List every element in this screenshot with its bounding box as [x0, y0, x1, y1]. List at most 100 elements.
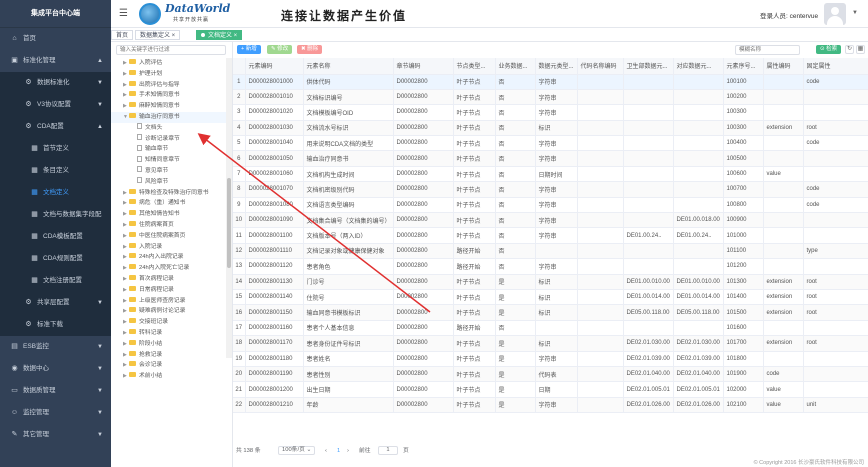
table-row[interactable]: 4 D000028001030 文档流水号标识 D00002800 叶子节点否标识 100…	[233, 120, 868, 137]
tree-node[interactable]: ▶ 麻醉知情同意书	[111, 101, 226, 112]
tree-node[interactable]: ▶ 术前小结	[111, 371, 226, 382]
tree-node[interactable]: 意见章节	[111, 166, 226, 177]
table-row[interactable]: 7 D000028001060 文档机构生成时间 D00002800 叶子节点否日期时间…	[233, 166, 868, 183]
column-header[interactable]: 元素序号...	[723, 58, 764, 75]
column-header[interactable]	[233, 58, 246, 75]
column-header[interactable]: 属性编码	[763, 58, 804, 75]
table-row[interactable]: 8 D000028001070 文档机密级别代码 D00002800 叶子节点否字符串 1…	[233, 181, 868, 198]
tree-node[interactable]: ▶ 特殊检查及特殊治疗同意书	[111, 188, 226, 199]
table-row[interactable]: 21 D000028001200 出生日期 D00002800 叶子节点是日期 DE02.…	[233, 381, 868, 398]
column-header[interactable]: 代码名称编码	[577, 58, 624, 75]
sidebar-item[interactable]: ▦ 条目定义	[0, 160, 111, 182]
tree-scrollbar-thumb[interactable]	[227, 178, 231, 268]
table-row[interactable]: 1 D000028001000 供体代码 D00002800 叶子节点否字符串 10010…	[233, 74, 868, 90]
columns-icon[interactable]: ▦	[856, 45, 865, 54]
sidebar-item[interactable]: ▦ CDA规则配置	[0, 248, 111, 270]
table-row[interactable]: 22 D000028001210 年龄 D00002800 叶子节点是字符串 DE02.0…	[233, 397, 868, 414]
table-row[interactable]: 5 D000028001040 用来说明CDA文档的类型 D00002800 叶子节点否…	[233, 135, 868, 152]
tree-node[interactable]: ▶ 首次病程记录	[111, 274, 226, 285]
table-row[interactable]: 2 D000028001010 文档标识编号 D00002800 叶子节点否字符串 100…	[233, 89, 868, 106]
table-row[interactable]: 13 D000028001120 患者角色 D00002800 路径开始否字符串 1012…	[233, 258, 868, 275]
sidebar-item[interactable]: ▦ 首节定义	[0, 138, 111, 160]
table-row[interactable]: 14 D000028001130 门诊号 D00002800 叶子节点是标识 DE01.0…	[233, 274, 868, 290]
tree-node[interactable]: ▶ 会诊记录	[111, 360, 226, 371]
table-row[interactable]: 16 D000028001150 输血同意书模板标识 D00002800 叶子节点是标识…	[233, 304, 868, 321]
close-icon[interactable]: ×	[170, 33, 176, 39]
sidebar-item[interactable]: ▦ 文档注册配置	[0, 270, 111, 292]
table-row[interactable]: 20 D000028001190 患者性别 D00002800 叶子节点是代码表 DE02…	[233, 366, 868, 383]
delete-button[interactable]: ✖ 删除	[297, 45, 323, 54]
sidebar-item[interactable]: ◉ 数据中心 ▼	[0, 358, 111, 380]
tree-node[interactable]: 诊断记录章节	[111, 134, 226, 145]
sidebar-item[interactable]: ▭ 数据质管理 ▼	[0, 380, 111, 402]
search-button[interactable]: ⊙ 检索	[816, 45, 842, 54]
tree-node[interactable]: ▶ 交接班记录	[111, 317, 226, 328]
tree-node[interactable]: ▶ 24h内入院死亡记录	[111, 263, 226, 274]
table-row[interactable]: 19 D000028001180 患者姓名 D00002800 叶子节点是字符串 DE02…	[233, 351, 868, 367]
prev-page-button[interactable]: ‹	[325, 446, 327, 456]
table-row[interactable]: 12 D000028001110 文档记录对象或健康保健对象 D00002800 路径开…	[233, 243, 868, 260]
column-header[interactable]: 节点类型...	[453, 58, 496, 75]
add-button[interactable]: + 新增	[237, 45, 261, 54]
sidebar-item[interactable]: ⚙ 数据标准化 ▼	[0, 72, 111, 94]
next-page-button[interactable]: ›	[347, 446, 349, 456]
sidebar-item[interactable]: ▦ 文档定义	[0, 182, 111, 204]
tree-node[interactable]: ▼ 输血治疗同意书	[111, 112, 226, 123]
column-header[interactable]: 章节编码	[393, 58, 454, 75]
tab[interactable]: 数据集定义 ×	[135, 30, 181, 40]
page-size-select[interactable]: 100条/页 ⌄	[278, 446, 316, 455]
table-row[interactable]: 15 D000028001140 住院号 D00002800 叶子节点是标识 DE01.0…	[233, 289, 868, 306]
sidebar-item[interactable]: ▤ ESB监控 ▼	[0, 336, 111, 358]
tree-node[interactable]: ▶ 其他知情告知书	[111, 209, 226, 220]
table-row[interactable]: 6 D000028001050 输血治疗同意书 D00002800 叶子节点否字符串 10…	[233, 150, 868, 167]
tab[interactable]: 文档定义 ×	[196, 30, 243, 40]
column-header[interactable]: 固定属性	[803, 58, 868, 75]
column-header[interactable]: 数据元类型...	[535, 58, 578, 75]
tree-node[interactable]: ▶ 手术知情同意书	[111, 90, 226, 101]
tree-node[interactable]: ▶ 阶段小结	[111, 339, 226, 350]
tree-node[interactable]: 输血章节	[111, 144, 226, 155]
tree-node[interactable]: ▶ 住院病案首页	[111, 220, 226, 231]
table-row[interactable]: 11 D000028001100 文档版本号（两入ID） D00002800 叶子节点否…	[233, 227, 868, 244]
table-row[interactable]: 17 D000028001160 患者个人基本信息 D00002800 路径开始否 101…	[233, 320, 868, 337]
tree-node[interactable]: ▶ 出院评估与指导	[111, 80, 226, 91]
goto-page-input[interactable]: 1	[378, 446, 398, 455]
tree-scrollbar[interactable]	[226, 58, 232, 358]
sidebar-item[interactable]: ⚙ V3协议配置 ▼	[0, 94, 111, 116]
sidebar-item[interactable]: ⚙ 标准下载	[0, 314, 111, 336]
sidebar-item[interactable]: ✎ 其它管理 ▼	[0, 424, 111, 446]
tab[interactable]: 首页	[111, 30, 134, 40]
tree-node[interactable]: ▶ 疑难病例讨论记录	[111, 306, 226, 317]
tree-node[interactable]: ▶ 抢救记录	[111, 350, 226, 361]
tree-node[interactable]: ▶ 上级医师查房记录	[111, 296, 226, 307]
tree-node[interactable]: ▶ 入院记录	[111, 242, 226, 253]
sidebar-item[interactable]: ☺ 监控管理 ▼	[0, 402, 111, 424]
tree-node[interactable]: 文档头	[111, 123, 226, 134]
user-menu-caret-icon[interactable]: ▼	[852, 10, 858, 16]
tree-node[interactable]: ▶ 日常病程记录	[111, 285, 226, 296]
close-icon[interactable]: ×	[232, 33, 238, 39]
tree-node[interactable]: 知情同意章节	[111, 155, 226, 166]
table-row[interactable]: 18 D000028001170 患者身份证件号标识 D00002800 叶子节点是标识…	[233, 335, 868, 352]
column-header[interactable]: 对应数据元...	[673, 58, 724, 75]
menu-toggle-icon[interactable]: ☰	[119, 8, 128, 19]
edit-button[interactable]: ✎ 修改	[267, 45, 293, 54]
tree-node[interactable]: ▶ 病危（重）通知书	[111, 198, 226, 209]
table-row[interactable]: 9 D000028001080 文档语言类型编码 D00002800 叶子节点否字符串 1…	[233, 197, 868, 214]
sidebar-item[interactable]: ▣ 标准化管理 ▲	[0, 50, 111, 72]
sidebar-item[interactable]: ⚙ 共享层配置 ▼	[0, 292, 111, 314]
table-row[interactable]: 10 D000028001090 文档集合编号（文档集的编号） D00002800 叶子…	[233, 212, 868, 229]
column-header[interactable]: 元素名称	[303, 58, 394, 75]
column-header[interactable]: 业务数据...	[495, 58, 536, 75]
name-filter-input[interactable]	[735, 45, 800, 55]
avatar[interactable]	[824, 3, 846, 25]
sidebar-item[interactable]: ⚙ CDA配置 ▲	[0, 116, 111, 138]
column-header[interactable]: 卫生部数据元...	[623, 58, 674, 75]
tree-node[interactable]: ▶ 护理计划	[111, 69, 226, 80]
tree-node[interactable]: ▶ 入院评估	[111, 58, 226, 69]
sidebar-item[interactable]: ⌂ 首页	[0, 28, 111, 50]
current-page[interactable]: 1	[337, 446, 340, 456]
tree-node[interactable]: ▶ 转科记录	[111, 328, 226, 339]
column-header[interactable]: 元素编码	[245, 58, 304, 75]
tree-filter-input[interactable]	[116, 45, 226, 55]
